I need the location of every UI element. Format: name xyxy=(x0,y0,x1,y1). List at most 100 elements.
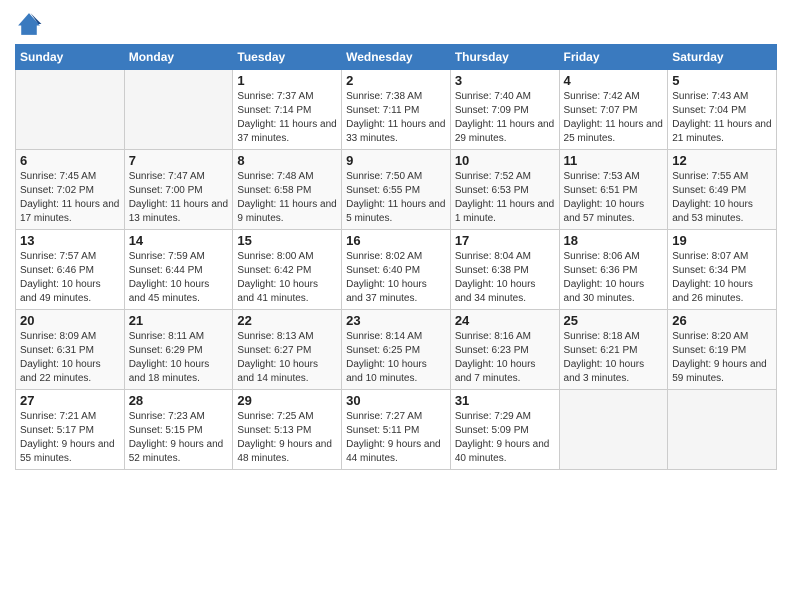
day-number: 27 xyxy=(20,393,120,408)
day-info: Sunrise: 7:27 AM Sunset: 5:11 PM Dayligh… xyxy=(346,410,446,466)
day-info: Sunrise: 8:16 AM Sunset: 6:23 PM Dayligh… xyxy=(455,330,555,386)
day-number: 20 xyxy=(20,313,120,328)
calendar-cell: 28 Sunrise: 7:23 AM Sunset: 5:15 PM Dayli… xyxy=(124,390,233,470)
week-row-4: 27 Sunrise: 7:21 AM Sunset: 5:17 PM Dayli… xyxy=(16,390,777,470)
week-row-2: 13 Sunrise: 7:57 AM Sunset: 6:46 PM Dayli… xyxy=(16,230,777,310)
day-info: Sunrise: 8:09 AM Sunset: 6:31 PM Dayligh… xyxy=(20,330,120,386)
day-number: 21 xyxy=(129,313,229,328)
day-info: Sunrise: 7:52 AM Sunset: 6:53 PM Dayligh… xyxy=(455,170,555,226)
day-number: 6 xyxy=(20,153,120,168)
day-number: 7 xyxy=(129,153,229,168)
day-number: 26 xyxy=(672,313,772,328)
week-row-3: 20 Sunrise: 8:09 AM Sunset: 6:31 PM Dayli… xyxy=(16,310,777,390)
calendar-cell xyxy=(559,390,668,470)
day-info: Sunrise: 8:06 AM Sunset: 6:36 PM Dayligh… xyxy=(564,250,664,306)
day-info: Sunrise: 7:23 AM Sunset: 5:15 PM Dayligh… xyxy=(129,410,229,466)
day-number: 13 xyxy=(20,233,120,248)
day-header-monday: Monday xyxy=(124,45,233,70)
calendar-cell: 29 Sunrise: 7:25 AM Sunset: 5:13 PM Dayli… xyxy=(233,390,342,470)
calendar-cell: 17 Sunrise: 8:04 AM Sunset: 6:38 PM Dayli… xyxy=(450,230,559,310)
calendar-cell xyxy=(124,70,233,150)
day-number: 15 xyxy=(237,233,337,248)
day-info: Sunrise: 8:02 AM Sunset: 6:40 PM Dayligh… xyxy=(346,250,446,306)
day-number: 16 xyxy=(346,233,446,248)
day-number: 8 xyxy=(237,153,337,168)
calendar-cell: 20 Sunrise: 8:09 AM Sunset: 6:31 PM Dayli… xyxy=(16,310,125,390)
day-number: 18 xyxy=(564,233,664,248)
day-info: Sunrise: 8:11 AM Sunset: 6:29 PM Dayligh… xyxy=(129,330,229,386)
day-number: 23 xyxy=(346,313,446,328)
calendar-cell: 31 Sunrise: 7:29 AM Sunset: 5:09 PM Dayli… xyxy=(450,390,559,470)
day-info: Sunrise: 7:57 AM Sunset: 6:46 PM Dayligh… xyxy=(20,250,120,306)
calendar-cell: 10 Sunrise: 7:52 AM Sunset: 6:53 PM Dayli… xyxy=(450,150,559,230)
day-number: 2 xyxy=(346,73,446,88)
day-number: 24 xyxy=(455,313,555,328)
calendar-cell: 15 Sunrise: 8:00 AM Sunset: 6:42 PM Dayli… xyxy=(233,230,342,310)
calendar-cell: 22 Sunrise: 8:13 AM Sunset: 6:27 PM Dayli… xyxy=(233,310,342,390)
day-header-wednesday: Wednesday xyxy=(342,45,451,70)
day-number: 29 xyxy=(237,393,337,408)
day-info: Sunrise: 7:29 AM Sunset: 5:09 PM Dayligh… xyxy=(455,410,555,466)
calendar-cell: 2 Sunrise: 7:38 AM Sunset: 7:11 PM Daylig… xyxy=(342,70,451,150)
day-info: Sunrise: 7:45 AM Sunset: 7:02 PM Dayligh… xyxy=(20,170,120,226)
calendar-cell: 5 Sunrise: 7:43 AM Sunset: 7:04 PM Daylig… xyxy=(668,70,777,150)
day-number: 11 xyxy=(564,153,664,168)
day-info: Sunrise: 8:20 AM Sunset: 6:19 PM Dayligh… xyxy=(672,330,772,386)
calendar-cell: 3Sunrise: 7:40 AM Sunset: 7:09 PM Daylig… xyxy=(450,70,559,150)
calendar-cell: 30 Sunrise: 7:27 AM Sunset: 5:11 PM Dayli… xyxy=(342,390,451,470)
week-row-1: 6 Sunrise: 7:45 AM Sunset: 7:02 PM Daylig… xyxy=(16,150,777,230)
day-info: Sunrise: 7:59 AM Sunset: 6:44 PM Dayligh… xyxy=(129,250,229,306)
calendar-table: SundayMondayTuesdayWednesdayThursdayFrid… xyxy=(15,44,777,470)
day-number: 30 xyxy=(346,393,446,408)
day-number: 17 xyxy=(455,233,555,248)
calendar-cell: 13 Sunrise: 7:57 AM Sunset: 6:46 PM Dayli… xyxy=(16,230,125,310)
calendar-cell: 23 Sunrise: 8:14 AM Sunset: 6:25 PM Dayli… xyxy=(342,310,451,390)
calendar-cell: 14Sunrise: 7:59 AM Sunset: 6:44 PM Dayli… xyxy=(124,230,233,310)
calendar-cell: 6 Sunrise: 7:45 AM Sunset: 7:02 PM Daylig… xyxy=(16,150,125,230)
day-info: Sunrise: 8:13 AM Sunset: 6:27 PM Dayligh… xyxy=(237,330,337,386)
day-info: Sunrise: 8:14 AM Sunset: 6:25 PM Dayligh… xyxy=(346,330,446,386)
day-number: 28 xyxy=(129,393,229,408)
day-header-tuesday: Tuesday xyxy=(233,45,342,70)
calendar-cell: 7 Sunrise: 7:47 AM Sunset: 7:00 PM Daylig… xyxy=(124,150,233,230)
day-info: Sunrise: 8:04 AM Sunset: 6:38 PM Dayligh… xyxy=(455,250,555,306)
day-info: Sunrise: 8:07 AM Sunset: 6:34 PM Dayligh… xyxy=(672,250,772,306)
day-header-sunday: Sunday xyxy=(16,45,125,70)
calendar-cell: 26 Sunrise: 8:20 AM Sunset: 6:19 PM Dayli… xyxy=(668,310,777,390)
calendar-cell: 27 Sunrise: 7:21 AM Sunset: 5:17 PM Dayli… xyxy=(16,390,125,470)
calendar-cell: 9Sunrise: 7:50 AM Sunset: 6:55 PM Daylig… xyxy=(342,150,451,230)
day-number: 5 xyxy=(672,73,772,88)
day-header-saturday: Saturday xyxy=(668,45,777,70)
calendar-cell: 18 Sunrise: 8:06 AM Sunset: 6:36 PM Dayli… xyxy=(559,230,668,310)
day-info: Sunrise: 7:47 AM Sunset: 7:00 PM Dayligh… xyxy=(129,170,229,226)
day-info: Sunrise: 7:21 AM Sunset: 5:17 PM Dayligh… xyxy=(20,410,120,466)
day-number: 22 xyxy=(237,313,337,328)
week-row-0: 1Sunrise: 7:37 AM Sunset: 7:14 PM Daylig… xyxy=(16,70,777,150)
logo xyxy=(15,10,47,38)
calendar-cell: 12Sunrise: 7:55 AM Sunset: 6:49 PM Dayli… xyxy=(668,150,777,230)
day-number: 31 xyxy=(455,393,555,408)
day-info: Sunrise: 7:53 AM Sunset: 6:51 PM Dayligh… xyxy=(564,170,664,226)
day-info: Sunrise: 8:18 AM Sunset: 6:21 PM Dayligh… xyxy=(564,330,664,386)
calendar-cell: 19Sunrise: 8:07 AM Sunset: 6:34 PM Dayli… xyxy=(668,230,777,310)
day-info: Sunrise: 8:00 AM Sunset: 6:42 PM Dayligh… xyxy=(237,250,337,306)
day-info: Sunrise: 7:43 AM Sunset: 7:04 PM Dayligh… xyxy=(672,90,772,146)
calendar-cell: 4Sunrise: 7:42 AM Sunset: 7:07 PM Daylig… xyxy=(559,70,668,150)
calendar-cell: 16 Sunrise: 8:02 AM Sunset: 6:40 PM Dayli… xyxy=(342,230,451,310)
day-info: Sunrise: 7:48 AM Sunset: 6:58 PM Dayligh… xyxy=(237,170,337,226)
day-number: 25 xyxy=(564,313,664,328)
calendar-cell xyxy=(668,390,777,470)
day-info: Sunrise: 7:25 AM Sunset: 5:13 PM Dayligh… xyxy=(237,410,337,466)
calendar-cell: 24 Sunrise: 8:16 AM Sunset: 6:23 PM Dayli… xyxy=(450,310,559,390)
day-number: 3 xyxy=(455,73,555,88)
day-header-thursday: Thursday xyxy=(450,45,559,70)
day-number: 10 xyxy=(455,153,555,168)
day-number: 9 xyxy=(346,153,446,168)
calendar-cell: 1Sunrise: 7:37 AM Sunset: 7:14 PM Daylig… xyxy=(233,70,342,150)
days-header-row: SundayMondayTuesdayWednesdayThursdayFrid… xyxy=(16,45,777,70)
day-info: Sunrise: 7:38 AM Sunset: 7:11 PM Dayligh… xyxy=(346,90,446,146)
day-number: 12 xyxy=(672,153,772,168)
day-number: 4 xyxy=(564,73,664,88)
day-number: 1 xyxy=(237,73,337,88)
page-header xyxy=(15,10,777,38)
